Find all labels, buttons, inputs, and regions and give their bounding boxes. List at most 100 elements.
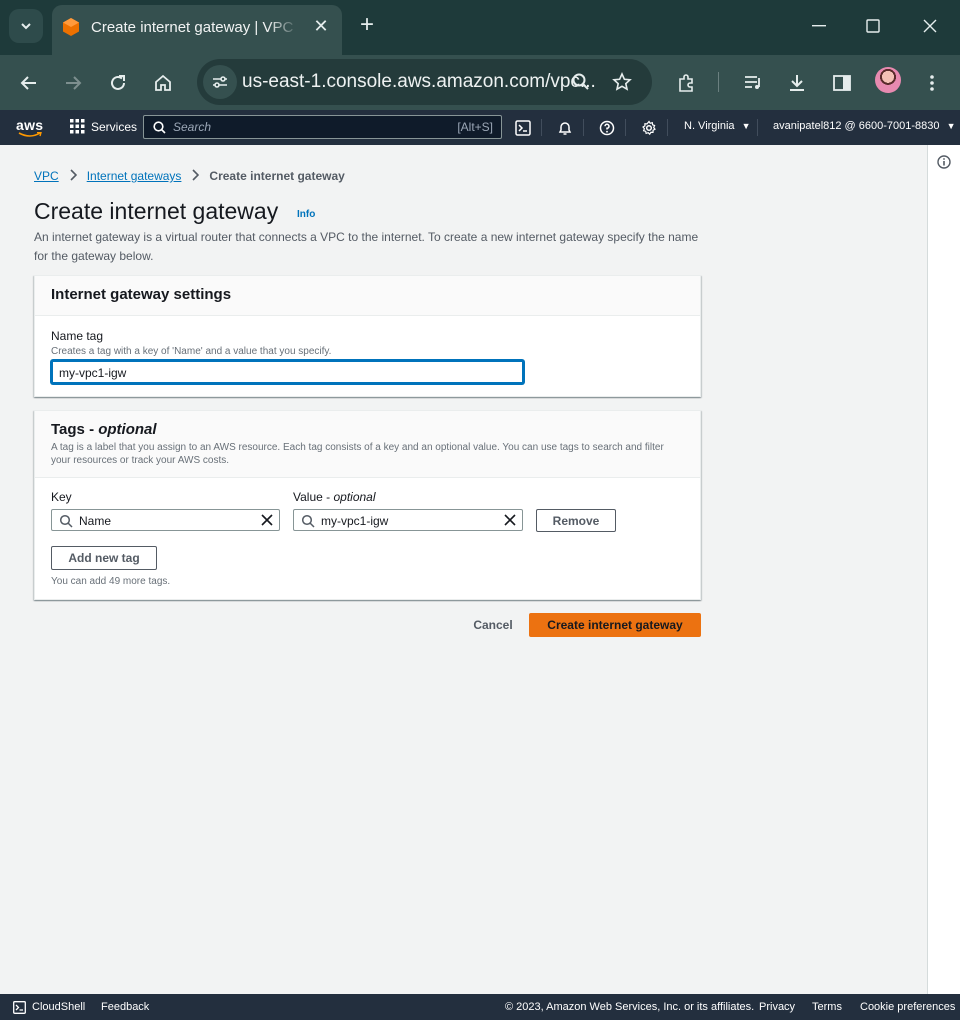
zoom-search-icon[interactable]	[567, 68, 595, 96]
key-column-label: Key	[51, 490, 72, 504]
search-icon	[59, 514, 73, 528]
aws-smile-icon	[18, 132, 42, 137]
cloudshell-link[interactable]: CloudShell	[32, 1001, 85, 1013]
remove-tag-button[interactable]: Remove	[536, 509, 616, 532]
maximize-icon[interactable]	[860, 14, 886, 38]
feedback-link[interactable]: Feedback	[101, 1001, 149, 1013]
tab-title: Create internet gateway | VPC Management…	[91, 19, 299, 36]
copyright-text: © 2023, Amazon Web Services, Inc. or its…	[505, 1001, 755, 1013]
tag-value-input[interactable]: my-vpc1-igw	[293, 509, 523, 531]
help-panel-rail	[927, 145, 960, 994]
url-text: us-east-1.console.aws.amazon.com/vpc...	[242, 71, 596, 92]
name-tag-value: my-vpc1-igw	[59, 366, 127, 380]
nav-divider	[583, 119, 584, 136]
breadcrumb-link-internet-gateways[interactable]: Internet gateways	[87, 169, 182, 183]
toolbar-divider	[718, 72, 719, 92]
aws-search-input[interactable]: Search [Alt+S]	[143, 115, 502, 139]
privacy-link[interactable]: Privacy	[759, 1001, 795, 1013]
cloudshell-icon[interactable]	[13, 1001, 26, 1014]
tags-panel: Tags - optional A tag is a label that yo…	[34, 410, 701, 600]
chevron-right-icon	[69, 168, 77, 184]
name-tag-hint: Creates a tag with a key of 'Name' and a…	[51, 346, 332, 357]
grid-icon	[70, 119, 85, 134]
reload-icon[interactable]	[104, 69, 132, 97]
browser-tab-bar: Create internet gateway | VPC Management…	[0, 0, 960, 55]
minimize-icon[interactable]	[806, 14, 832, 38]
info-icon[interactable]	[937, 155, 951, 169]
tag-value-value: my-vpc1-igw	[321, 514, 389, 528]
info-link[interactable]: Info	[297, 209, 315, 220]
search-icon	[301, 514, 315, 528]
cloudshell-icon[interactable]	[514, 119, 532, 137]
nav-divider	[541, 119, 542, 136]
search-shortcut: [Alt+S]	[457, 120, 493, 134]
nav-divider	[625, 119, 626, 136]
panel-header: Internet gateway settings	[35, 276, 700, 316]
aws-top-nav: aws Services Search [Alt+S] N. Virginia …	[0, 110, 960, 145]
tags-description: A tag is a label that you assign to an A…	[51, 442, 664, 466]
value-column-label: Value - optional	[293, 490, 376, 504]
nav-divider	[757, 119, 758, 136]
settings-gear-icon[interactable]	[640, 119, 658, 137]
services-menu-button[interactable]: Services	[70, 119, 137, 134]
panel-header: Tags - optional A tag is a label that yo…	[35, 411, 700, 478]
close-window-icon[interactable]	[917, 14, 943, 38]
region-selector[interactable]: N. Virginia ▼	[684, 120, 751, 132]
browser-menu-icon[interactable]	[918, 69, 946, 97]
caret-down-icon: ▼	[946, 121, 956, 131]
extensions-icon[interactable]	[672, 69, 700, 97]
chevron-down-icon	[21, 23, 31, 30]
caret-down-icon: ▼	[741, 121, 751, 131]
breadcrumb-current: Create internet gateway	[209, 169, 345, 183]
aws-vpc-favicon-icon	[63, 18, 79, 36]
side-panel-icon[interactable]	[828, 69, 856, 97]
services-label: Services	[91, 119, 138, 134]
search-placeholder: Search	[173, 120, 212, 134]
profile-avatar[interactable]	[875, 67, 901, 93]
tag-key-input[interactable]: Name	[51, 509, 280, 531]
add-new-tag-button[interactable]: Add new tag	[51, 546, 157, 570]
help-icon[interactable]	[598, 119, 616, 137]
address-bar[interactable]: us-east-1.console.aws.amazon.com/vpc...	[197, 59, 652, 105]
browser-tab[interactable]: Create internet gateway | VPC Management…	[52, 5, 342, 55]
create-internet-gateway-button[interactable]: Create internet gateway	[529, 613, 701, 637]
tab-search-button[interactable]	[9, 9, 43, 43]
notifications-bell-icon[interactable]	[556, 119, 574, 137]
account-menu[interactable]: avanipatel812 @ 6600-7001-8830 ▼	[773, 120, 956, 132]
clear-icon[interactable]	[503, 513, 517, 527]
internet-gateway-settings-panel: Internet gateway settings Name tag Creat…	[34, 275, 701, 397]
tab-close-icon[interactable]: ✕	[310, 15, 332, 37]
console-footer: CloudShell Feedback © 2023, Amazon Web S…	[0, 994, 960, 1020]
panel-title: Tags - optional	[51, 421, 157, 438]
back-icon[interactable]	[15, 69, 43, 97]
nav-divider	[667, 119, 668, 136]
main-content: VPC Internet gateways Create internet ga…	[0, 145, 927, 994]
value-label-text: Value -	[293, 490, 334, 504]
chevron-right-icon	[191, 168, 200, 184]
name-tag-label: Name tag	[51, 329, 104, 343]
cancel-button[interactable]: Cancel	[467, 614, 519, 636]
home-icon[interactable]	[149, 69, 177, 97]
cookie-preferences-link[interactable]: Cookie preferences	[860, 1001, 955, 1013]
forward-icon[interactable]	[59, 69, 87, 97]
value-label-optional: optional	[333, 490, 376, 504]
bookmark-star-icon[interactable]	[608, 68, 636, 96]
new-tab-icon[interactable]: +	[354, 12, 380, 38]
breadcrumb-link-vpc[interactable]: VPC	[34, 169, 59, 183]
search-icon	[153, 121, 166, 134]
region-label: N. Virginia	[684, 120, 735, 132]
aws-logo[interactable]: aws	[16, 117, 43, 133]
terms-link[interactable]: Terms	[812, 1001, 842, 1013]
clear-icon[interactable]	[260, 513, 274, 527]
tag-key-value: Name	[79, 514, 112, 528]
media-queue-icon[interactable]	[739, 69, 767, 97]
page-title: Create internet gateway	[34, 198, 279, 224]
browser-toolbar: us-east-1.console.aws.amazon.com/vpc...	[0, 55, 960, 110]
site-settings-icon[interactable]	[203, 65, 237, 99]
page-description: An internet gateway is a virtual router …	[34, 230, 699, 263]
tags-title-text: Tags -	[51, 421, 99, 438]
download-icon[interactable]	[783, 69, 811, 97]
account-label: avanipatel812 @ 6600-7001-8830	[773, 120, 940, 132]
tag-limit-text: You can add 49 more tags.	[51, 576, 171, 587]
name-tag-input[interactable]: my-vpc1-igw	[51, 360, 524, 384]
